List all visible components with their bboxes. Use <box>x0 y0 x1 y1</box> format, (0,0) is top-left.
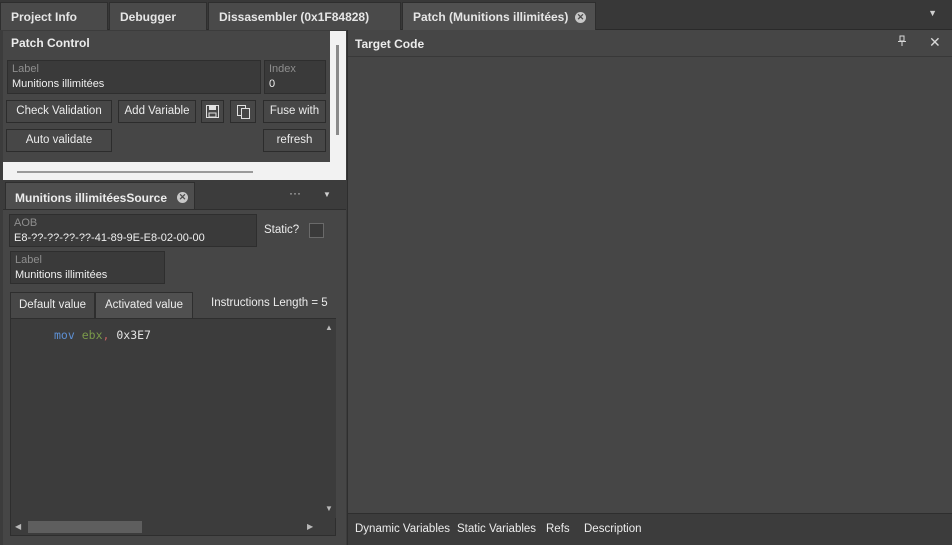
patch-control-panel: Patch Control Label Munitions illimitées… <box>3 31 346 180</box>
horizontal-scrollbar-thumb[interactable] <box>28 521 142 533</box>
code-operand: 0x3E7 <box>109 328 151 342</box>
fuse-with-button[interactable]: Fuse with <box>263 100 326 123</box>
tab-patch[interactable]: Patch (Munitions illimitées) ✕ <box>402 2 596 30</box>
index-field[interactable]: Index 0 <box>264 60 326 94</box>
tab-label: Patch (Munitions illimitées) <box>413 10 569 24</box>
panel-title: Target Code <box>355 37 425 51</box>
code-mnemonic: mov <box>54 328 75 342</box>
source-label-field[interactable]: Label Munitions illimitées <box>10 251 165 284</box>
copy-pages-icon <box>236 105 250 119</box>
tab-label: Project Info <box>11 10 78 24</box>
tab-label: Dissasembler (0x1F84828) <box>219 10 370 24</box>
tab-static-variables[interactable]: Static Variables <box>457 523 536 535</box>
vertical-scrollbar[interactable] <box>333 31 346 162</box>
tab-description[interactable]: Description <box>584 523 642 535</box>
scroll-right-icon[interactable]: ▶ <box>307 522 313 531</box>
target-code-bottom-tabs: Dynamic Variables Static Variables Refs … <box>348 513 952 545</box>
code-register: ebx <box>81 328 103 342</box>
static-label: Static? <box>264 224 300 236</box>
aob-field[interactable]: AOB E8-??-??-??-??-41-89-9E-E8-02-00-00 <box>9 214 257 247</box>
tab-source[interactable]: Munitions illimitéesSource ✕ <box>5 182 195 210</box>
target-code-header: Target Code ✕ <box>348 30 952 57</box>
scroll-left-icon[interactable]: ◀ <box>15 522 21 531</box>
scroll-up-icon[interactable]: ▲ <box>325 323 333 332</box>
patch-control-content: Patch Control Label Munitions illimitées… <box>3 31 330 162</box>
document-tab-bar: Project Info Debugger Dissasembler (0x1F… <box>0 0 952 30</box>
index-value[interactable]: 0 <box>269 78 275 90</box>
tab-label: Munitions illimitéesSource <box>15 191 168 205</box>
tab-label: Debugger <box>120 10 177 24</box>
check-validation-button[interactable]: Check Validation <box>6 100 112 123</box>
target-code-panel: Target Code ✕ Dynamic Variables Static V… <box>347 30 952 545</box>
add-variable-button[interactable]: Add Variable <box>118 100 196 123</box>
copy-button[interactable] <box>230 100 256 123</box>
field-label: Label <box>12 63 39 75</box>
tab-project-info[interactable]: Project Info <box>0 2 108 30</box>
scroll-down-icon[interactable]: ▼ <box>325 504 333 513</box>
aob-value[interactable]: E8-??-??-??-??-41-89-9E-E8-02-00-00 <box>14 232 205 244</box>
field-label: Index <box>269 63 296 75</box>
field-label: AOB <box>14 217 38 229</box>
static-checkbox[interactable] <box>309 223 324 238</box>
label-value[interactable]: Munitions illimitées <box>12 78 104 90</box>
label-field[interactable]: Label Munitions illimitées <box>7 60 261 94</box>
auto-validate-button[interactable]: Auto validate <box>6 129 112 152</box>
close-icon[interactable]: ✕ <box>929 35 941 49</box>
chevron-down-icon[interactable]: ▼ <box>323 190 331 199</box>
vertical-scrollbar-thumb[interactable] <box>336 45 339 135</box>
tab-dynamic-variables[interactable]: Dynamic Variables <box>355 523 450 535</box>
app-window: Project Info Debugger Dissasembler (0x1F… <box>0 0 952 545</box>
tab-refs[interactable]: Refs <box>546 523 570 535</box>
tab-dissasembler[interactable]: Dissasembler (0x1F84828) <box>208 2 401 30</box>
pin-icon[interactable] <box>897 35 907 50</box>
field-label: Label <box>15 254 42 266</box>
label-value[interactable]: Munitions illimitées <box>15 269 107 281</box>
target-code-content <box>348 57 952 513</box>
tab-default-value[interactable]: Default value <box>10 292 95 319</box>
editor-horizontal-scrollbar[interactable]: ◀ ▶ <box>11 518 322 535</box>
horizontal-scrollbar-thumb[interactable] <box>17 171 253 173</box>
tab-activated-value[interactable]: Activated value <box>95 292 193 319</box>
instructions-length: Instructions Length = 5 <box>211 297 328 309</box>
tab-list-dropdown-icon[interactable]: ▼ <box>928 8 937 18</box>
more-options-icon[interactable]: ··· <box>289 186 301 200</box>
code-line[interactable]: mov ebx, 0x3E7 <box>54 328 151 342</box>
floppy-disk-icon <box>206 105 219 118</box>
editor-vertical-scrollbar[interactable]: ▲ ▼ <box>322 319 336 518</box>
code-editor[interactable]: mov ebx, 0x3E7 ▲ ▼ ◀ ▶ <box>10 318 336 536</box>
close-icon[interactable]: ✕ <box>177 192 188 203</box>
source-tab-bar: Munitions illimitéesSource ✕ ··· ▼ <box>3 181 346 210</box>
save-button[interactable] <box>201 100 224 123</box>
tab-debugger[interactable]: Debugger <box>109 2 207 30</box>
pin-glyph <box>898 35 906 46</box>
panel-title: Patch Control <box>11 36 90 50</box>
refresh-button[interactable]: refresh <box>263 129 326 152</box>
close-icon[interactable]: ✕ <box>575 12 586 23</box>
